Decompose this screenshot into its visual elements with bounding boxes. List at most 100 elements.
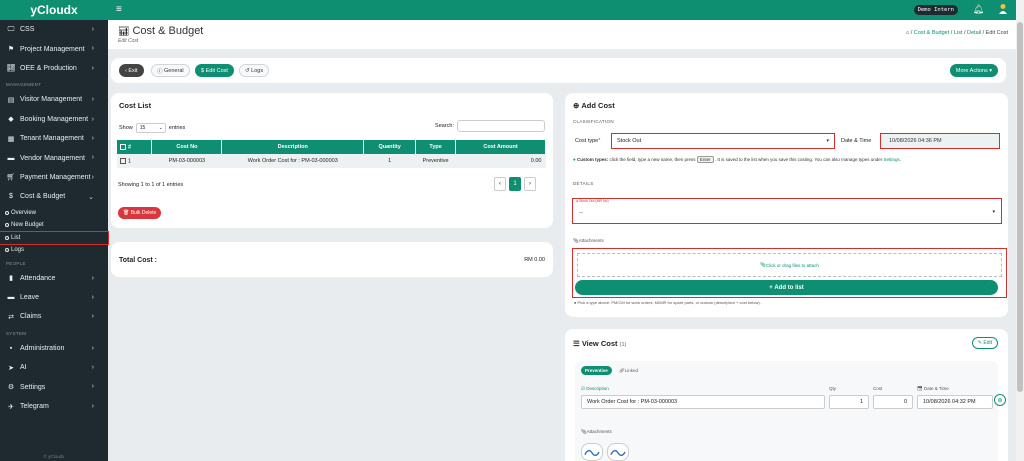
brand-logo[interactable]: yCloudx (0, 0, 108, 20)
cell-description: Work Order Cost for : PM-03-000003 (221, 154, 364, 168)
hamburger-menu-icon[interactable]: ≡ (116, 4, 122, 15)
sidebar-item-project-management[interactable]: ⚑ Project Management › (0, 39, 108, 58)
attachment-thumbnail-icon[interactable] (581, 443, 603, 461)
sidebar-item-label: AI (20, 364, 27, 372)
cell-type: Preventive (415, 154, 456, 168)
bar-chart-icon: 📊︎ (118, 26, 130, 36)
stock-out-select[interactable]: ● Stock Out (MR No) -- ▾ (572, 198, 1002, 224)
chevron-right-icon: › (91, 96, 94, 104)
table-info: Showing 1 to 1 of 1 entries (118, 182, 184, 188)
exit-button[interactable]: ‹ Exit (119, 64, 144, 77)
sidebar-item-telegram[interactable]: ✈ Telegram › (0, 397, 108, 416)
table-row[interactable]: 1 PM-03-000003 Work Order Cost for : PM-… (117, 154, 546, 168)
chevron-right-icon: › (91, 313, 94, 321)
search-input[interactable] (457, 120, 545, 132)
home-icon[interactable]: ⌂ (906, 30, 909, 36)
col-type[interactable]: Type (415, 140, 457, 154)
sidebar-item-label: CSS (20, 26, 35, 34)
calendar-icon: 📅︎ (917, 386, 924, 391)
attachments-label: 📎︎Attachments (581, 429, 612, 434)
cost-value[interactable]: 0 (873, 395, 913, 409)
cell-cost-no: PM-03-000003 (151, 154, 222, 168)
chevron-down-icon: ▾ (826, 138, 829, 144)
sidebar-item-settings[interactable]: ⚙ Settings › (0, 377, 108, 396)
linked-tag: 🔗︎Linked (619, 368, 638, 373)
chevron-right-icon: › (91, 402, 94, 410)
bulk-delete-button[interactable]: 🗑︎ Bulk Delete (118, 207, 162, 219)
breadcrumb: ⌂ / Cost & Budget / List / Detail / Edit… (905, 30, 1008, 36)
sidebar-item-oee-production[interactable]: 📈︎ OEE & Production › (0, 59, 108, 78)
sidebar-item-css[interactable]: 🖵︎ CSS › (0, 20, 108, 39)
chevron-right-icon: › (91, 274, 94, 282)
view-cost-card: ☰ View Cost (1) ✎ Edit Preventive 🔗︎Link… (565, 329, 1008, 461)
file-drop-zone[interactable]: 📎︎ Click or drag files to attach (577, 253, 1002, 277)
enter-key: Enter (696, 156, 714, 163)
col-cost-no[interactable]: Cost No (151, 140, 223, 154)
user-avatar-icon[interactable] (998, 3, 1008, 15)
date-time-field[interactable]: 10/08/2026 04:36 PM (880, 133, 1000, 149)
sidebar-item-booking-management[interactable]: ◆ Booking Management › (0, 110, 108, 129)
chevron-down-icon: ▾ (992, 209, 995, 215)
entries-select[interactable]: 15 ⌄ (135, 123, 166, 133)
breadcrumb-cost-budget[interactable]: Cost & Budget (914, 30, 949, 36)
more-actions-button[interactable]: More Actions ▾ (949, 64, 998, 77)
section-people: PEOPLE (6, 260, 26, 266)
sidebar-sub-new-budget[interactable]: New Budget (0, 219, 108, 232)
building-icon: ▦ (7, 135, 15, 143)
sidebar-sub-logs[interactable]: Logs (0, 244, 108, 257)
sidebar-sub-overview[interactable]: Overview (0, 207, 108, 220)
date-value[interactable]: 10/08/2026 04:32 PM (917, 395, 993, 409)
tab-logs[interactable]: ↺ Logs (239, 64, 270, 77)
attachment-thumbnail-icon[interactable] (607, 443, 629, 461)
bell-icon[interactable]: 🔔︎ (973, 4, 984, 15)
sidebar-item-vendor-management[interactable]: ▬ Vendor Management › (0, 148, 108, 167)
sidebar-item-administration[interactable]: ▪ Administration › (0, 339, 108, 358)
tab-edit-cost[interactable]: $ Edit Cost (195, 64, 234, 77)
sidebar-item-label: OEE & Production (20, 64, 77, 72)
sidebar-item-tenant-management[interactable]: ▦ Tenant Management › (0, 129, 108, 148)
sidebar-item-label: Booking Management (20, 115, 89, 123)
next-page-button[interactable]: › (524, 177, 536, 191)
preventive-tag: Preventive (581, 366, 612, 375)
caret-down-icon: ▾ (989, 67, 992, 74)
col-cost-amount[interactable]: Cost Amount (455, 140, 546, 154)
sidebar-item-label: Tenant Management (20, 135, 84, 143)
circle-icon (5, 210, 9, 215)
page-button[interactable]: 1 (509, 177, 521, 191)
select-all-checkbox[interactable] (120, 143, 126, 150)
tab-general[interactable]: ⓘ General (151, 64, 190, 77)
top-bar: ≡ Demo Intern 🔔︎ (108, 0, 1024, 20)
user-badge[interactable]: Demo Intern (913, 5, 958, 15)
cost-type-select[interactable]: Stock Out ▾ (611, 133, 835, 149)
prev-page-button[interactable]: ‹ (494, 177, 506, 191)
sidebar-item-claims[interactable]: ⇄ Claims › (0, 307, 108, 326)
col-quantity[interactable]: Quantity (363, 140, 417, 154)
settings-link[interactable]: Settings (883, 157, 899, 162)
breadcrumb-list[interactable]: List (954, 30, 963, 36)
add-to-list-button[interactable]: + Add to list (575, 280, 998, 295)
sidebar-item-visitor-management[interactable]: ▤ Visitor Management › (0, 90, 108, 109)
col-select-all[interactable]: # (117, 140, 153, 154)
description-value[interactable]: Work Order Cost for : PM-03-000003 (581, 395, 825, 409)
edit-button[interactable]: ✎ Edit (971, 337, 998, 349)
dollar-icon: $ (9, 193, 13, 201)
qty-value[interactable]: 1 (829, 395, 869, 409)
breadcrumb-detail[interactable]: Detail (967, 30, 981, 36)
sidebar-sub-list[interactable]: List (0, 230, 109, 245)
sidebar-item-label: Administration (20, 344, 65, 352)
sidebar-item-leave[interactable]: ▬ Leave › (0, 288, 108, 307)
sidebar-item-label: Visitor Management (20, 96, 83, 104)
date-time-label: Date & Time (841, 138, 872, 144)
attachments-label: 📎︎Attachments (573, 238, 604, 243)
sidebar-item-payment-management[interactable]: 🛒︎ Payment Management › (0, 168, 108, 187)
scrollbar-thumb[interactable] (1017, 22, 1023, 392)
stock-out-label: ● Stock Out (MR No) (576, 199, 609, 203)
row-checkbox[interactable] (120, 157, 126, 164)
page-subtitle: Edit Cost (118, 38, 139, 44)
sidebar-item-cost-budget[interactable]: $ Cost & Budget ⌄ (0, 187, 108, 206)
col-description[interactable]: Description (221, 140, 365, 154)
sidebar-item-attendance[interactable]: ▮ Attendance › (0, 269, 108, 288)
floating-action-icon[interactable]: ⊛ (994, 394, 1006, 406)
sidebar-item-ai[interactable]: ➤ AI › (0, 358, 108, 377)
row-select[interactable]: 1 (117, 154, 152, 168)
